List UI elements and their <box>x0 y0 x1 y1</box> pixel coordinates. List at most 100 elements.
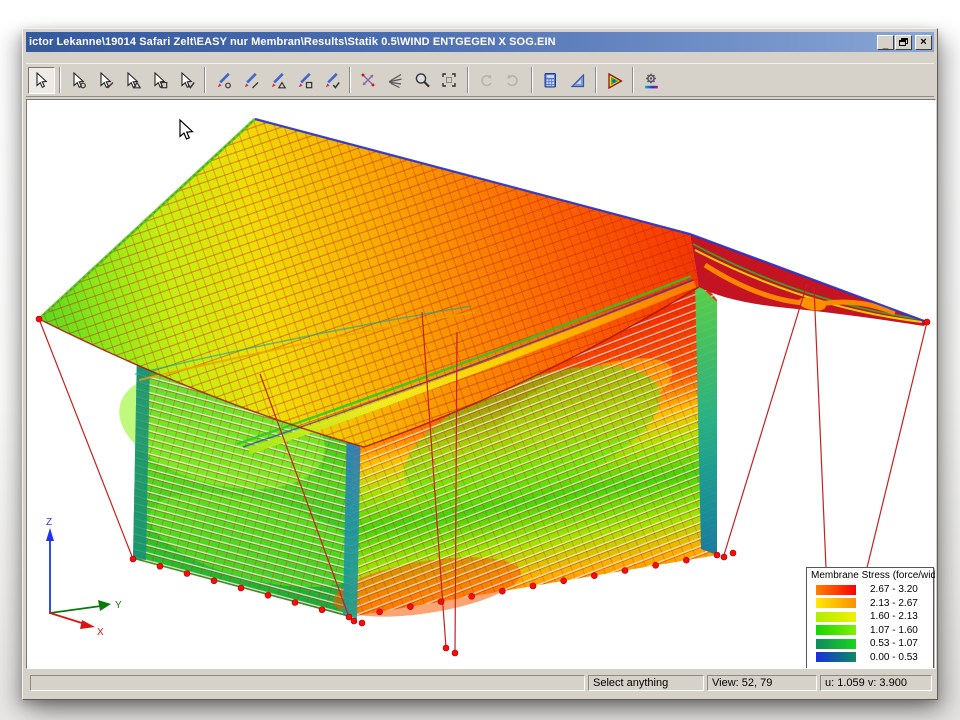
anchor-dot <box>924 319 930 325</box>
status-message: Select anything <box>588 675 704 691</box>
anchor-dot <box>499 588 505 594</box>
anchor-dot <box>530 583 536 589</box>
legend-row: 0.00 - 0.53 <box>811 651 929 665</box>
window-title: ictor Lekanne\19014 Safari Zelt\EASY nur… <box>29 36 877 48</box>
restore-button[interactable] <box>895 35 912 50</box>
anchor-dot <box>407 604 413 610</box>
anchor-dot <box>622 568 628 574</box>
pencil-triangle-icon <box>268 71 287 90</box>
zoom-window-tool[interactable] <box>409 67 436 94</box>
toolbar <box>26 63 934 97</box>
select-tool[interactable] <box>28 67 55 94</box>
anchor-dot <box>591 573 597 579</box>
anchor-dot <box>319 607 325 613</box>
membrane-scene: Z Y X <box>27 100 936 669</box>
legend-range-label: 0.00 - 0.53 <box>870 652 918 663</box>
axis-label-y: Y <box>115 600 122 611</box>
status-uv-coords: u: 1.059 v: 3.900 <box>820 675 932 691</box>
pencil-square-icon <box>295 71 314 90</box>
cursor-triangle-icon <box>123 71 142 90</box>
legend-color-bar <box>816 639 856 649</box>
redo-icon <box>504 71 523 90</box>
toolbar-separator <box>531 67 533 93</box>
axis-label-x: X <box>97 627 104 638</box>
select-point-tool[interactable] <box>65 67 92 94</box>
legend-range-label: 0.53 - 1.07 <box>870 638 918 649</box>
cursor-line-icon <box>96 71 115 90</box>
redo-button[interactable] <box>500 67 527 94</box>
close-icon: × <box>920 36 926 48</box>
axis-triad: Z Y X <box>46 517 122 638</box>
draw-line-tool[interactable] <box>237 67 264 94</box>
guy-cable <box>724 284 807 555</box>
anchor-dot <box>561 578 567 584</box>
legend-range-label: 2.67 - 3.20 <box>870 584 918 595</box>
anchor-dot <box>683 557 689 563</box>
pencil-check-icon <box>322 71 341 90</box>
window-controls: _ × <box>877 35 934 50</box>
pan-rotate-tool[interactable] <box>355 67 382 94</box>
anchor-dot <box>438 599 444 605</box>
select-line-tool[interactable] <box>92 67 119 94</box>
draw-square-tool[interactable] <box>291 67 318 94</box>
calculator-button[interactable] <box>537 67 564 94</box>
anchor-dot <box>730 550 736 556</box>
zoom-point-tool[interactable] <box>382 67 409 94</box>
undo-button[interactable] <box>473 67 500 94</box>
anchor-dot <box>721 554 727 560</box>
pan-rotate-icon <box>359 71 378 90</box>
legend-range-label: 1.60 - 2.13 <box>870 611 918 622</box>
anchor-dot <box>452 650 458 656</box>
toolbar-separator <box>204 67 206 93</box>
legend-range-label: 1.07 - 1.60 <box>870 625 918 636</box>
viewport-3d[interactable]: Z Y X Membrane Stress (force/width) 2.67… <box>26 99 936 669</box>
anchor-dot <box>443 645 449 651</box>
settings-gear-icon <box>642 71 661 90</box>
settings-button[interactable] <box>638 67 665 94</box>
calculator-icon <box>541 71 560 90</box>
select-triangle-tool[interactable] <box>119 67 146 94</box>
pencil-line-icon <box>241 71 260 90</box>
mouse-cursor <box>180 120 192 139</box>
toolbar-separator <box>632 67 634 93</box>
app-window: ictor Lekanne\19014 Safari Zelt\EASY nur… <box>22 28 938 700</box>
legend-row: 2.67 - 3.20 <box>811 583 929 597</box>
select-square-tool[interactable] <box>146 67 173 94</box>
cursor-icon <box>32 71 51 90</box>
set-square-icon <box>568 71 587 90</box>
legend-range-label: 2.13 - 2.67 <box>870 598 918 609</box>
legend-color-bar <box>816 652 856 662</box>
title-bar[interactable]: ictor Lekanne\19014 Safari Zelt\EASY nur… <box>26 32 934 52</box>
cursor-point-icon <box>69 71 88 90</box>
draw-point-tool[interactable] <box>210 67 237 94</box>
minimize-button[interactable]: _ <box>877 35 894 50</box>
results-flag-icon <box>605 71 624 90</box>
legend-row: 1.07 - 1.60 <box>811 624 929 638</box>
anchor-dot <box>184 571 190 577</box>
toolbar-separator <box>59 67 61 93</box>
legend-row: 0.53 - 1.07 <box>811 637 929 651</box>
anchor-dot <box>130 556 136 562</box>
close-button[interactable]: × <box>915 35 932 50</box>
screenshot-stage: ictor Lekanne\19014 Safari Zelt\EASY nur… <box>0 0 960 720</box>
draw-triangle-tool[interactable] <box>264 67 291 94</box>
status-bar: Select anything View: 52, 79 u: 1.059 v:… <box>26 673 934 693</box>
toolbar-separator <box>349 67 351 93</box>
anchor-dot <box>469 593 475 599</box>
draw-check-tool[interactable] <box>318 67 345 94</box>
zoom-rays-icon <box>386 71 405 90</box>
magnifier-icon <box>413 71 432 90</box>
anchor-dot <box>265 592 271 598</box>
results-button[interactable] <box>601 67 628 94</box>
anchor-dot <box>346 614 352 620</box>
cursor-square-icon <box>150 71 169 90</box>
measure-button[interactable] <box>564 67 591 94</box>
axis-label-z: Z <box>46 517 52 528</box>
minimize-icon: _ <box>883 39 889 50</box>
cursor-check-icon <box>177 71 196 90</box>
anchor-dot <box>359 620 365 626</box>
zoom-extents-tool[interactable] <box>436 67 463 94</box>
pencil-point-icon <box>214 71 233 90</box>
select-check-tool[interactable] <box>173 67 200 94</box>
legend-membrane-stress: Membrane Stress (force/width) 2.67 - 3.2… <box>806 567 934 669</box>
